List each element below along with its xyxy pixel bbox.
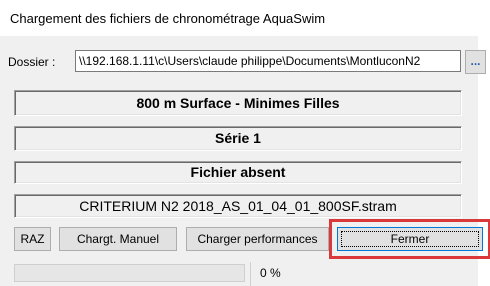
manual-load-button[interactable]: Chargt. Manuel <box>59 227 177 251</box>
highlight-annotation <box>329 219 490 259</box>
series-display: Série 1 <box>14 126 462 151</box>
folder-path-field[interactable]: \\192.168.1.11\c\Users\claude philippe\D… <box>75 50 461 72</box>
event-display: 800 m Surface - Minimes Filles <box>14 90 462 116</box>
browse-folder-button[interactable]: ... <box>465 50 486 74</box>
status-separator <box>250 262 251 286</box>
folder-label: Dossier : <box>8 55 56 69</box>
load-performances-button[interactable]: Charger performances <box>186 227 329 251</box>
progress-bar <box>14 264 245 282</box>
file-status-display: Fichier absent <box>14 161 462 184</box>
window-title: Chargement des fichiers de chronométrage… <box>10 11 326 26</box>
progress-label: 0 % <box>260 266 281 280</box>
file-name-display: CRITERIUM N2 2018_AS_01_04_01_800SF.stra… <box>14 194 462 218</box>
raz-button[interactable]: RAZ <box>14 227 51 251</box>
title-bar: Chargement des fichiers de chronométrage… <box>0 0 478 36</box>
